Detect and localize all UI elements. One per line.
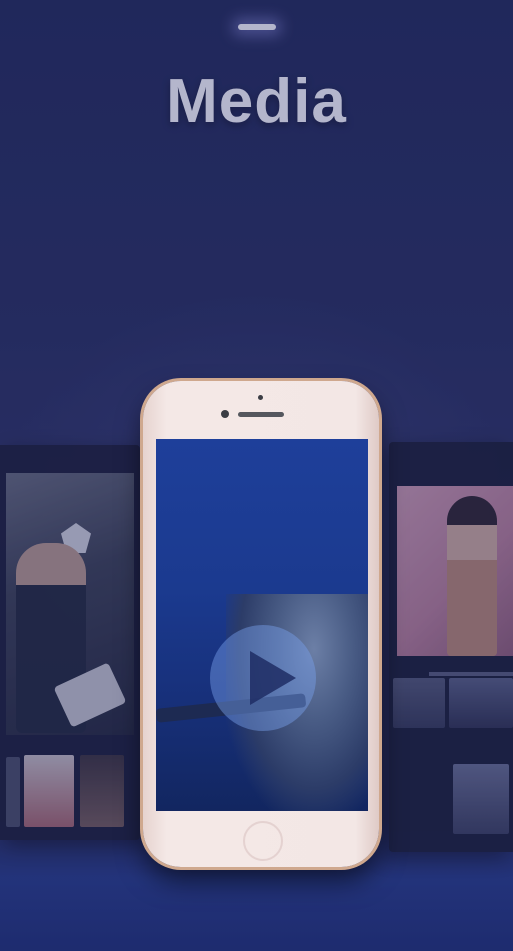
thumbnail xyxy=(24,755,74,827)
left-media-panel xyxy=(0,445,140,840)
page-title: Media xyxy=(166,67,347,136)
right-hero-image xyxy=(397,486,513,656)
speaker-grille xyxy=(238,412,284,417)
thumbnail xyxy=(393,678,445,728)
thumbnail xyxy=(80,755,124,827)
progress-bar xyxy=(429,672,513,676)
person-figure xyxy=(447,496,497,656)
video-screen[interactable] xyxy=(156,439,368,811)
left-hero-image xyxy=(6,473,134,735)
thumbnail xyxy=(449,678,513,728)
drag-handle-icon[interactable] xyxy=(238,24,276,30)
thumbnail xyxy=(453,764,509,834)
home-button xyxy=(243,821,283,861)
right-media-panel xyxy=(389,442,513,852)
camera-icon xyxy=(221,410,229,418)
phone-mockup xyxy=(143,381,379,867)
play-button[interactable] xyxy=(210,625,316,731)
sensor-dot xyxy=(258,395,263,400)
thumbnail xyxy=(6,757,20,827)
play-icon xyxy=(250,651,296,705)
